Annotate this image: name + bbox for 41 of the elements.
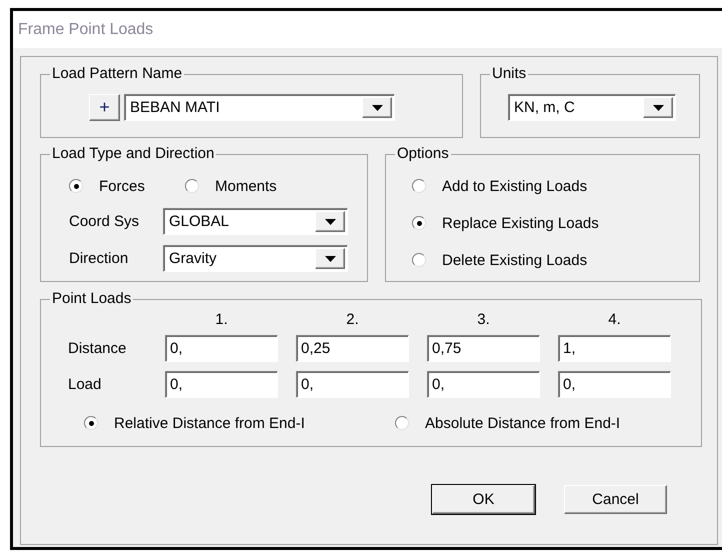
dropdown-button[interactable] bbox=[643, 97, 673, 118]
radio-option[interactable]: Relative Distance from End-I bbox=[84, 412, 395, 434]
ok-button[interactable]: OK bbox=[432, 485, 535, 514]
group-title: Load Type and Direction bbox=[50, 145, 216, 163]
row-label: Load bbox=[68, 376, 102, 393]
radio-option[interactable]: Moments bbox=[185, 175, 277, 197]
radio-option[interactable]: Absolute Distance from End-I bbox=[395, 412, 620, 434]
dropdown[interactable]: KN, m, C bbox=[508, 94, 676, 121]
cancel-button[interactable]: Cancel bbox=[564, 485, 667, 514]
field-label: Coord Sys bbox=[69, 213, 140, 230]
radio-option[interactable]: Add to Existing Loads bbox=[412, 175, 699, 197]
radio-option[interactable]: Delete Existing Loads bbox=[412, 249, 699, 271]
radio-option[interactable]: Replace Existing Loads bbox=[412, 212, 699, 234]
window-title: Frame Point Loads bbox=[13, 11, 722, 48]
input-field[interactable]: 0, bbox=[558, 371, 671, 398]
dropdown-button[interactable] bbox=[315, 248, 345, 269]
column-header: 2. bbox=[345, 311, 360, 329]
add-button[interactable]: + bbox=[89, 94, 120, 121]
dropdown-button[interactable] bbox=[362, 97, 392, 118]
input-field[interactable]: 0, bbox=[296, 371, 409, 398]
group-title: Options bbox=[395, 145, 451, 163]
input-field[interactable]: 0,25 bbox=[296, 335, 409, 362]
column-header: 1. bbox=[214, 311, 229, 329]
input-field[interactable]: 0, bbox=[165, 371, 278, 398]
caret-icon bbox=[324, 256, 336, 262]
radio-option[interactable]: Forces bbox=[69, 175, 185, 197]
input-field[interactable]: 0,75 bbox=[427, 335, 540, 362]
dropdown[interactable]: BEBAN MATI bbox=[124, 94, 395, 121]
column-header: 4. bbox=[607, 311, 622, 329]
input-field[interactable]: 0, bbox=[427, 371, 540, 398]
caret-icon bbox=[372, 104, 382, 110]
column-header: 3. bbox=[476, 311, 491, 329]
field-label: Direction bbox=[69, 250, 130, 267]
dropdown[interactable]: GLOBAL bbox=[163, 208, 348, 235]
row-label: Distance bbox=[68, 340, 128, 357]
dropdown-button[interactable] bbox=[315, 211, 345, 232]
input-field[interactable]: 0, bbox=[165, 335, 278, 362]
caret-icon bbox=[652, 104, 664, 110]
caret-icon bbox=[324, 218, 336, 224]
input-field[interactable]: 1, bbox=[558, 335, 671, 362]
dropdown[interactable]: Gravity bbox=[163, 245, 348, 272]
